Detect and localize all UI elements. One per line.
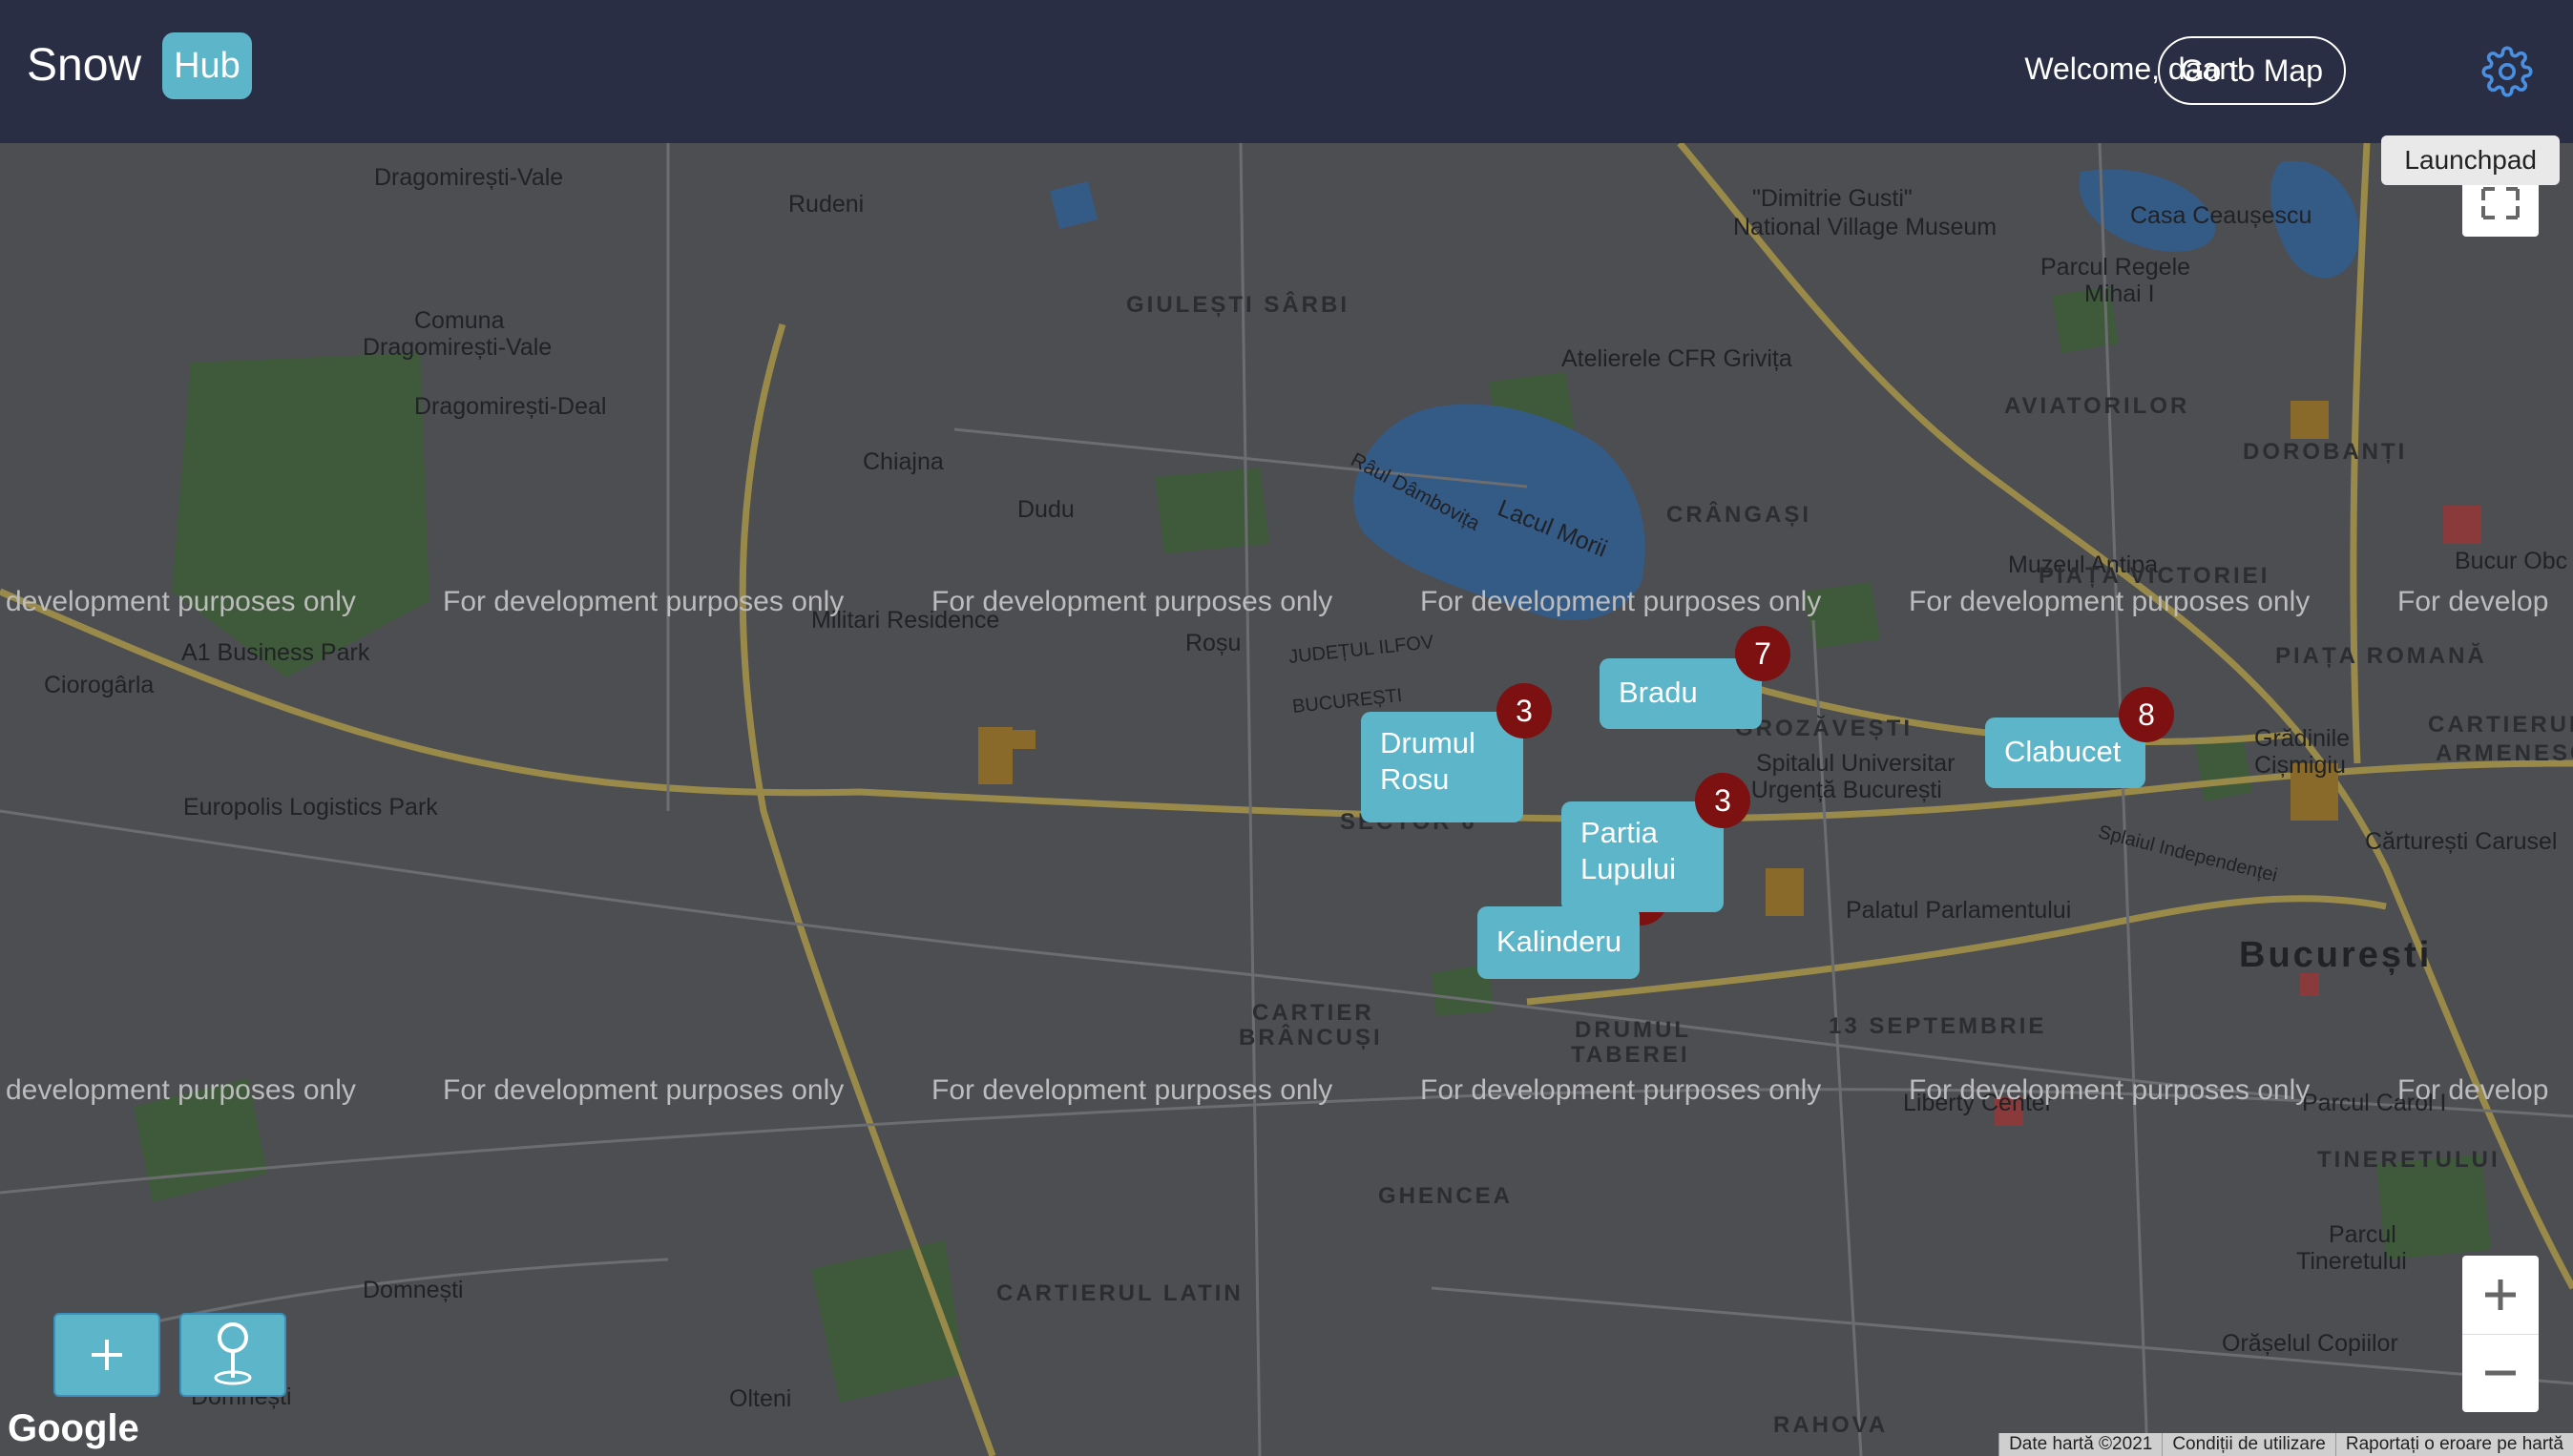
map-label: de Urgență București (1718, 777, 1942, 803)
map-label: GHENCEA (1378, 1183, 1514, 1209)
map-label: National Village Museum (1733, 214, 1998, 240)
map-label: Comuna (414, 307, 505, 334)
map-label: Bucur Obc (2455, 548, 2568, 574)
resort-marker-bradu[interactable]: Bradu (1600, 658, 1762, 729)
dev-watermark: development purposes only (6, 1074, 356, 1106)
zoom-in-button[interactable] (2462, 1256, 2539, 1335)
map-label: Dudu (1017, 496, 1075, 523)
map-label: Chiajna (863, 448, 944, 475)
map-label: TABEREI (1571, 1042, 1690, 1068)
map-label: AVIATORILOR (2004, 393, 2190, 419)
map-view[interactable]: Dragomirești-Vale Rudeni Comuna Dragomir… (0, 143, 2573, 1456)
map-label: Grădinile (2254, 725, 2351, 752)
map-label: PIAȚA ROMANĂ (2275, 643, 2487, 669)
map-label: GIULEȘTI SÂRBI (1126, 292, 1350, 318)
map-label: Casa Ceaușescu (2130, 202, 2312, 229)
locate-button[interactable] (179, 1313, 286, 1397)
map-label: CRÂNGAȘI (1666, 502, 1812, 528)
map-label: Orășelul Copiilor (2222, 1330, 2398, 1357)
map-data-text: Date hartă ©2021 (1998, 1433, 2163, 1456)
map-label: Tineretului (2296, 1248, 2407, 1275)
map-label: Domnești (363, 1277, 464, 1303)
map-attribution: Date hartă ©2021 Condiții de utilizare R… (1998, 1433, 2573, 1456)
dev-watermark: For development purposes only (1909, 586, 2311, 617)
map-label: Cărturești Carusel (2365, 828, 2558, 855)
map-label: Palatul Parlamentului (1846, 897, 2072, 924)
zoom-control (2462, 1256, 2539, 1412)
map-label: Olteni (729, 1385, 792, 1412)
go-to-map-button[interactable]: Go to Map (2157, 36, 2346, 105)
brand-hub-badge: Hub (162, 32, 252, 99)
map-label: DRUMUL (1575, 1017, 1691, 1043)
map-label: București (2239, 935, 2433, 975)
map-label: Dragomirești-Vale (363, 334, 553, 361)
plus-icon (92, 1340, 122, 1370)
map-label: Europolis Logistics Park (183, 794, 438, 821)
map-label: ARMENESC (2436, 740, 2573, 766)
map-label: Rudeni (788, 191, 865, 218)
dev-watermark: For development purposes only (931, 586, 1333, 617)
dev-watermark: For development purposes only (1420, 1074, 1822, 1106)
dev-watermark: For development purposes only (1420, 586, 1822, 617)
terms-link[interactable]: Condiții de utilizare (2162, 1433, 2335, 1456)
map-label: Roșu (1185, 630, 1242, 656)
brand-snow-text: Snow (27, 40, 142, 91)
map-label: Parcul (2329, 1221, 2396, 1248)
resort-count-badge[interactable]: 7 (1735, 626, 1790, 681)
map-pin-icon (214, 1322, 252, 1385)
map-label: Dragomirești-Vale (374, 164, 564, 191)
map-label: Spitalul Universitar (1756, 750, 1956, 777)
dev-watermark: For development purposes only (443, 586, 845, 617)
google-logo: Google (8, 1407, 139, 1449)
zoom-out-button[interactable] (2462, 1334, 2539, 1412)
dev-watermark: For development purposes only (1909, 1074, 2311, 1106)
resort-marker-kalinderu[interactable]: Kalinderu (1477, 906, 1640, 979)
add-resort-button[interactable] (53, 1313, 160, 1397)
map-label: Ciorogârla (44, 672, 155, 698)
brand-logo[interactable]: Snow Hub (27, 32, 252, 99)
dev-watermark: For development purposes only (443, 1074, 845, 1106)
resort-marker-drumul-rosu[interactable]: Drumul Rosu (1361, 712, 1523, 822)
dev-watermark: For develop (2397, 1074, 2549, 1106)
dev-watermark: development purposes only (6, 586, 356, 617)
resort-marker-partia-lupului[interactable]: Partia Lupului (1561, 801, 1724, 912)
dev-watermark: For develop (2397, 586, 2549, 617)
resort-count-badge[interactable]: 3 (1695, 773, 1750, 828)
map-label: CARTIERUL LATIN (996, 1280, 1244, 1306)
report-error-link[interactable]: Raportați o eroare pe hartă (2334, 1433, 2573, 1456)
map-label: Mihai I (2084, 281, 2155, 307)
map-label: "Dimitrie Gusti" (1752, 185, 1913, 212)
map-label: Cișmigiu (2254, 752, 2346, 779)
map-label: Atelierele CFR Grivița (1561, 345, 1792, 372)
top-navbar: Snow Hub Welcome, daan! Go to Map (0, 0, 2573, 143)
dev-watermark: For development purposes only (931, 1074, 1333, 1106)
map-label: Parcul Regele (2040, 254, 2191, 281)
map-label: CARTIER (1252, 1000, 1374, 1026)
map-label: 13 SEPTEMBRIE (1829, 1013, 2047, 1039)
resort-count-badge[interactable]: 8 (2119, 687, 2174, 742)
gear-icon[interactable] (2481, 46, 2533, 97)
resort-count-badge[interactable]: 3 (1496, 683, 1552, 738)
launchpad-tooltip: Launchpad (2381, 135, 2560, 185)
map-label: Dragomirești-Deal (414, 393, 607, 420)
map-label: TINERETULUI (2317, 1147, 2500, 1173)
map-label: DOROBANȚI (2243, 439, 2408, 465)
map-label: RAHOVA (1773, 1412, 1889, 1438)
map-label: A1 Business Park (181, 639, 370, 666)
map-label: BRÂNCUȘI (1239, 1025, 1383, 1050)
map-label: CARTIERUL (2428, 712, 2573, 738)
